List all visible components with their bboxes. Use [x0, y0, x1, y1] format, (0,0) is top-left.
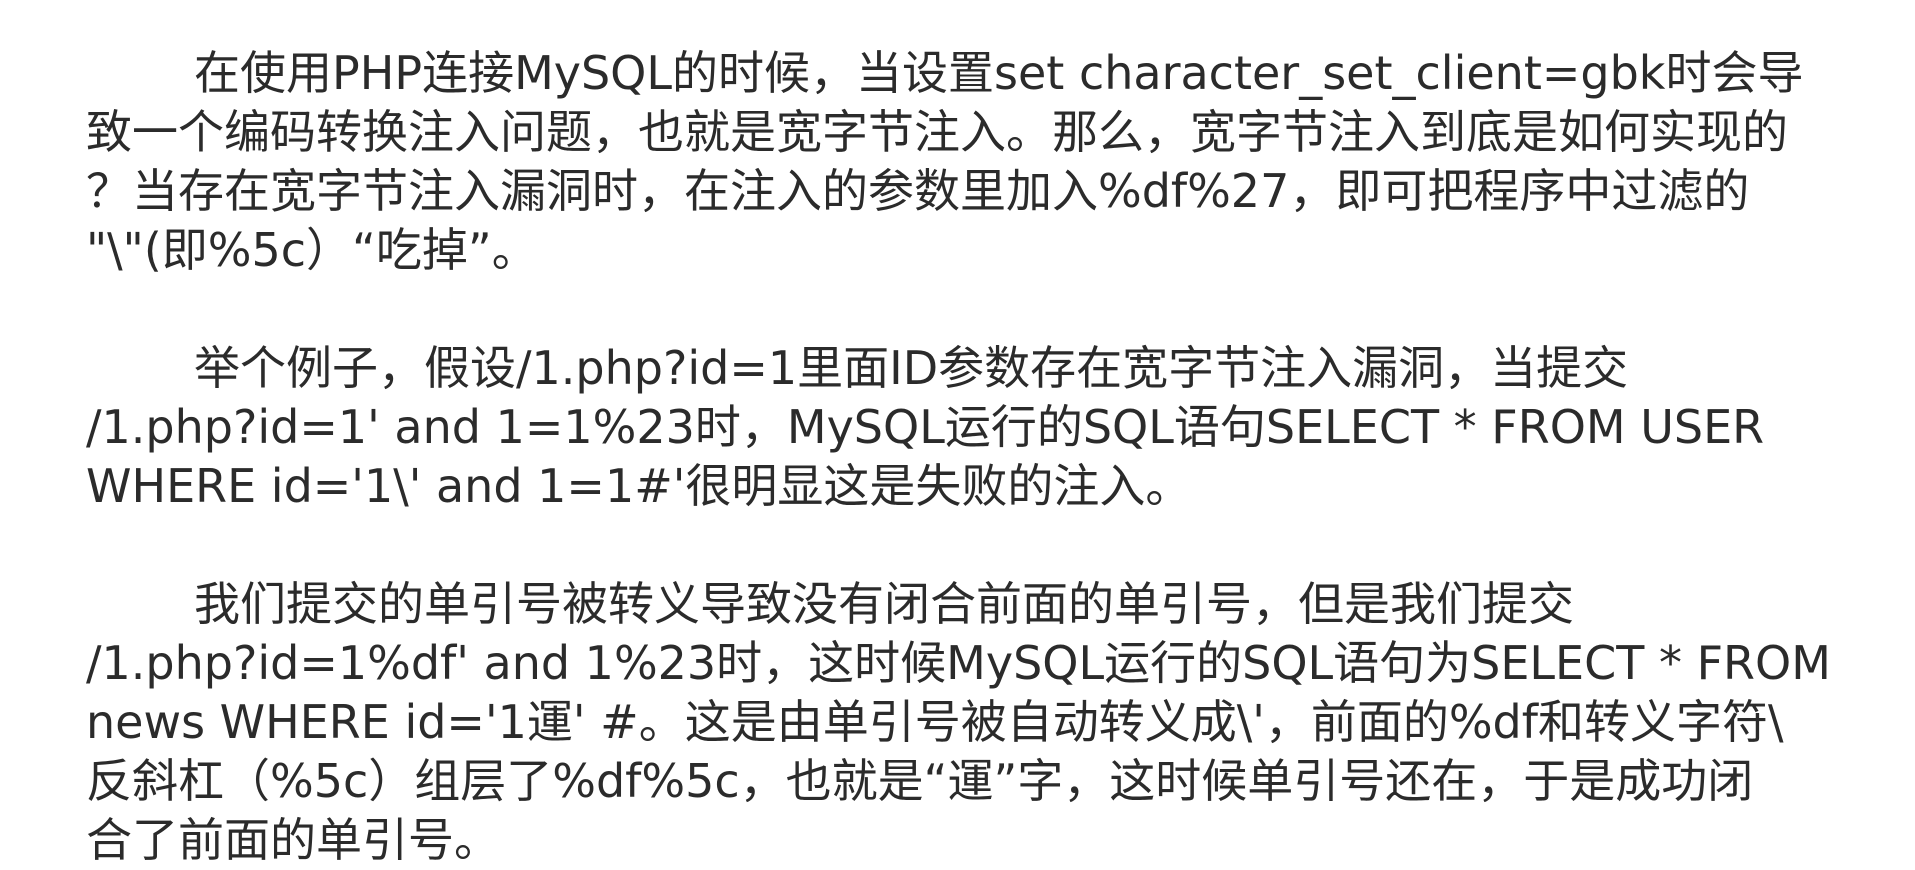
- text-line: 合了前面的单引号。: [86, 813, 500, 867]
- text-line: 我们提交的单引号被转义导致没有闭合前面的单引号，但是我们提交: [194, 577, 1574, 631]
- text-line: ？当存在宽字节注入漏洞时，在注入的参数里加入%df%27，即可把程序中过滤的: [86, 164, 1750, 218]
- text-line: WHERE id='1\' and 1=1#'很明显这是失败的注入。: [86, 459, 1192, 513]
- paragraph-2: 举个例子，假设/1.php?id=1里面ID参数存在宽字节注入漏洞，当提交 /1…: [86, 339, 1886, 516]
- text-line: "\"(即%5c）“吃掉”。: [86, 223, 538, 277]
- text-line: 致一个编码转换注入问题，也就是宽字节注入。那么，宽字节注入到底是如何实现的: [86, 105, 1788, 159]
- text-line: /1.php?id=1%df' and 1%23时，这时候MySQL运行的SQL…: [86, 636, 1831, 690]
- text-line: /1.php?id=1' and 1=1%23时，MySQL运行的SQL语句SE…: [86, 400, 1765, 454]
- text-line: news WHERE id='1運' #。这是由单引号被自动转义成\'，前面的%…: [86, 695, 1784, 749]
- text-line: 举个例子，假设/1.php?id=1里面ID参数存在宽字节注入漏洞，当提交: [194, 341, 1629, 395]
- paragraph-1: 在使用PHP连接MySQL的时候，当设置set character_set_cl…: [86, 44, 1886, 280]
- text-line: 在使用PHP连接MySQL的时候，当设置set character_set_cl…: [194, 46, 1804, 100]
- text-line: 反斜杠（%5c）组层了%df%5c，也就是“運”字，这时候单引号还在，于是成功闭: [86, 754, 1754, 808]
- document-body: 在使用PHP连接MySQL的时候，当设置set character_set_cl…: [86, 44, 1886, 870]
- paragraph-3: 我们提交的单引号被转义导致没有闭合前面的单引号，但是我们提交 /1.php?id…: [86, 575, 1886, 870]
